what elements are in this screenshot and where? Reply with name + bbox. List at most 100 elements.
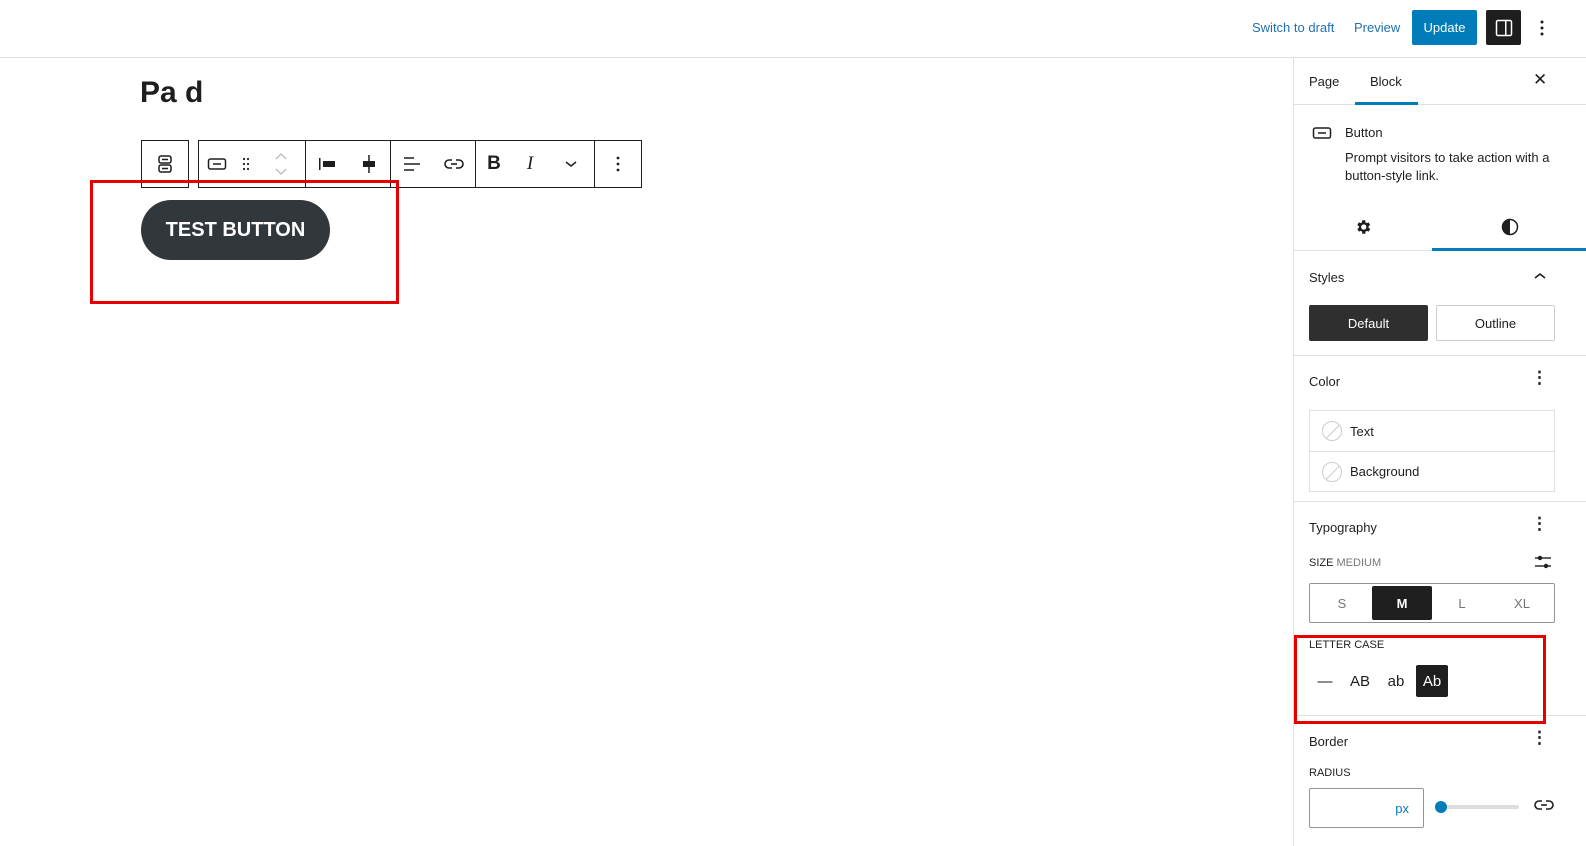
justify-center-button[interactable] [348, 141, 390, 187]
toolbar-group-parent [141, 140, 189, 188]
styles-panel-title[interactable]: Styles [1309, 270, 1344, 285]
settings-sidebar-toggle[interactable] [1486, 10, 1521, 45]
link-button[interactable] [433, 141, 475, 187]
styles-contrast-icon [1501, 218, 1518, 236]
preview-button[interactable]: Preview [1354, 20, 1400, 35]
size-label-text: SIZE [1309, 557, 1334, 569]
radius-slider[interactable] [1435, 801, 1519, 813]
divider [1294, 715, 1586, 716]
page-title-partial[interactable]: Pa d [140, 76, 203, 110]
toolbar-group-format: B I [476, 140, 595, 188]
size-option-s[interactable]: S [1312, 586, 1372, 620]
sidebar-tabs: Page Block ✕ [1294, 58, 1586, 105]
justify-left-button[interactable] [306, 141, 348, 187]
toolbar-group-justify [306, 140, 391, 188]
empty-swatch-icon [1322, 421, 1342, 441]
more-vertical-icon: ⋮ [1531, 368, 1548, 387]
more-vertical-icon [1540, 20, 1544, 36]
settings-sidebar: Page Block ✕ Button Prompt visitors to t… [1293, 58, 1586, 846]
update-button[interactable]: Update [1412, 10, 1477, 45]
color-item-background[interactable]: Background [1310, 451, 1554, 491]
size-option-xl[interactable]: XL [1492, 586, 1552, 620]
radius-unit-select[interactable]: px [1395, 801, 1409, 816]
sidebar-toggle-icon [1495, 19, 1512, 36]
link-icon [1534, 800, 1554, 810]
size-value: MEDIUM [1336, 557, 1382, 569]
size-option-m[interactable]: M [1372, 586, 1432, 620]
collapse-styles-button[interactable] [1534, 267, 1546, 285]
tab-block[interactable]: Block [1370, 74, 1402, 89]
color-panel-title: Color [1309, 374, 1341, 389]
tab-settings[interactable] [1294, 203, 1432, 251]
color-panel: Color ⋮ Text Background [1294, 356, 1586, 502]
color-item-label: Background [1350, 464, 1420, 479]
letter-case-label: LETTER CASE [1309, 639, 1385, 651]
style-outline-button[interactable]: Outline [1436, 305, 1555, 341]
style-default-button[interactable]: Default [1309, 305, 1428, 341]
block-toolbar: B I [141, 140, 642, 188]
toolbar-group-options [595, 140, 642, 188]
options-vertical-icon [616, 156, 620, 172]
block-options-button[interactable] [595, 141, 641, 187]
radius-input[interactable]: px [1309, 788, 1424, 828]
tab-page[interactable]: Page [1309, 74, 1339, 89]
align-icon [404, 157, 420, 171]
button-block-icon [1312, 127, 1332, 139]
letter-case-lowercase[interactable]: ab [1380, 665, 1412, 697]
border-options-button[interactable]: ⋮ [1531, 728, 1548, 748]
custom-size-button[interactable] [1534, 554, 1552, 575]
switch-to-draft-button[interactable]: Switch to draft [1252, 20, 1334, 35]
border-panel-title: Border [1309, 734, 1349, 749]
radius-label: RADIUS [1309, 767, 1351, 779]
toolbar-group-align [391, 140, 476, 188]
more-vertical-icon: ⋮ [1531, 728, 1548, 747]
block-type-button[interactable] [199, 141, 235, 187]
more-vertical-icon: ⋮ [1531, 514, 1548, 533]
size-option-l[interactable]: L [1432, 586, 1492, 620]
empty-swatch-icon [1322, 461, 1342, 482]
align-button[interactable] [391, 141, 433, 187]
active-tab-indicator [1355, 102, 1418, 105]
tab-styles[interactable] [1432, 203, 1586, 251]
toolbar-group-block [198, 140, 306, 188]
bold-icon: B [487, 153, 501, 174]
options-menu-button[interactable] [1530, 14, 1554, 42]
bold-button[interactable]: B [476, 141, 512, 187]
test-button-block[interactable]: TEST BUTTON [141, 200, 330, 260]
block-inspector-tabs [1294, 203, 1586, 251]
drag-handle-icon [242, 157, 250, 171]
settings-sliders-icon [1535, 555, 1551, 569]
letter-case-uppercase[interactable]: AB [1344, 665, 1376, 697]
styles-panel: Styles Default Outline [1294, 251, 1586, 356]
italic-button[interactable]: I [512, 141, 548, 187]
block-card: Button Prompt visitors to take action wi… [1294, 106, 1586, 203]
editor-header: Switch to draft Preview Update [0, 0, 1586, 58]
radius-slider-thumb[interactable] [1435, 801, 1447, 813]
move-up-down-button[interactable] [257, 141, 305, 187]
color-list: Text Background [1309, 410, 1555, 492]
color-options-button[interactable]: ⋮ [1531, 368, 1548, 388]
color-item-text[interactable]: Text [1310, 411, 1554, 451]
close-sidebar-button[interactable]: ✕ [1533, 70, 1547, 90]
drag-handle[interactable] [235, 141, 257, 187]
button-block-icon [207, 158, 227, 170]
typography-options-button[interactable]: ⋮ [1531, 514, 1548, 534]
size-label: SIZE MEDIUM [1309, 557, 1381, 569]
move-up-down-icon [275, 153, 287, 175]
unlink-radius-button[interactable] [1534, 798, 1554, 816]
font-size-picker: S M L XL [1309, 583, 1555, 623]
more-formatting-button[interactable] [548, 141, 594, 187]
chevron-up-icon [1534, 272, 1546, 279]
letter-case-none[interactable]: — [1309, 665, 1341, 697]
block-description: Prompt visitors to take action with a bu… [1345, 150, 1550, 183]
close-icon: ✕ [1533, 70, 1548, 89]
buttons-parent-icon [158, 155, 172, 173]
italic-icon: I [526, 153, 534, 174]
justify-left-icon [319, 158, 335, 170]
justify-center-icon [363, 155, 375, 173]
letter-case-capitalize[interactable]: Ab [1416, 665, 1448, 697]
color-item-label: Text [1350, 423, 1374, 439]
block-name: Button [1345, 125, 1383, 140]
typography-panel-title: Typography [1309, 520, 1377, 535]
select-parent-button[interactable] [142, 141, 188, 187]
